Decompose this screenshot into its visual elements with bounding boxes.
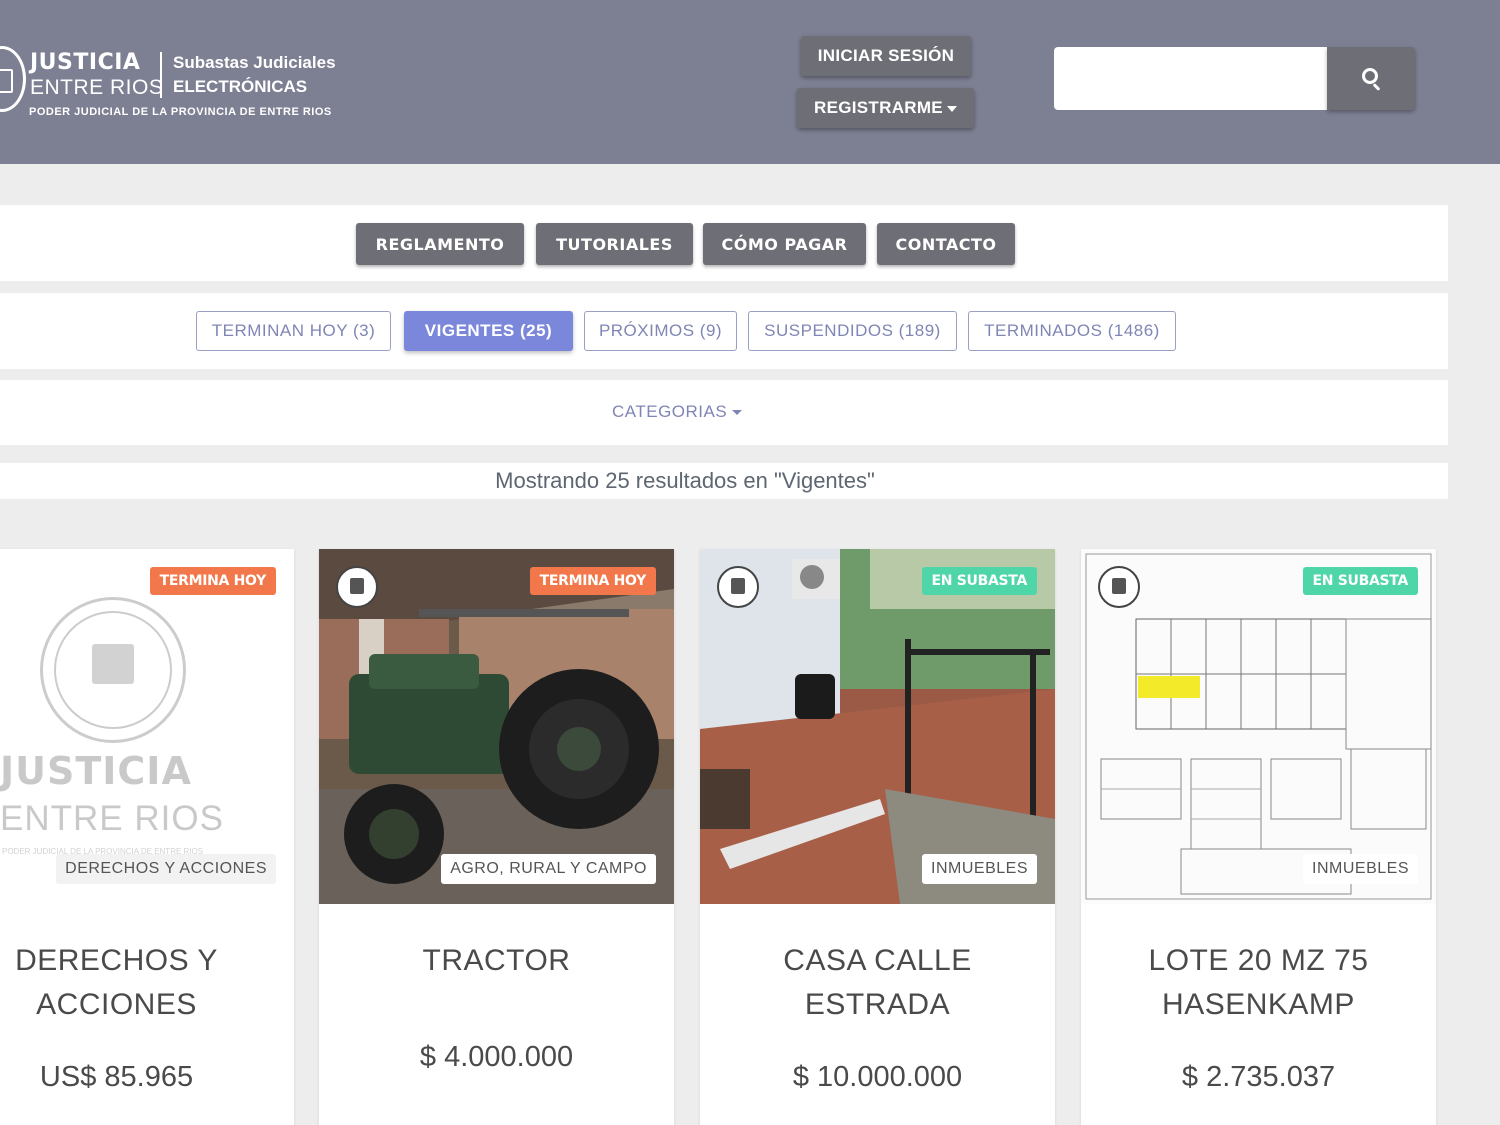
search-button[interactable] [1327, 47, 1415, 110]
card-price: $ 4.000.000 [419, 1041, 574, 1073]
placeholder-logo-image: JUSTICIA ENTRE RIOS PODER JUDICIAL DE LA… [0, 549, 294, 904]
caret-down-icon [946, 106, 957, 112]
results-bar: Mostrando 25 resultados en "Vigentes" [0, 463, 1448, 499]
caret-down-icon [732, 409, 743, 415]
main-nav: REGLAMENTO TUTORIALES CÓMO PAGAR CONTACT… [0, 205, 1448, 281]
auction-card[interactable]: EN SUBASTA INMUEBLES CASA CALLE ESTRADA … [700, 549, 1055, 1125]
filter-vigentes[interactable]: VIGENTES (25) [404, 311, 573, 351]
nav-tutoriales-button[interactable]: TUTORIALES [536, 223, 693, 265]
card-image[interactable]: TERMINA HOY AGRO, RURAL Y CAMPO [319, 549, 674, 904]
logo-electronicas: ELECTRÓNICAS [173, 77, 308, 96]
status-badge: EN SUBASTA [921, 567, 1037, 595]
card-price: $ 2.735.037 [1181, 1061, 1336, 1093]
category-tag: INMUEBLES [922, 854, 1037, 884]
judicial-seal-icon [0, 46, 26, 112]
site-logo[interactable]: JUSTICIA ENTRE RIOS Subastas Judiciales … [0, 40, 360, 130]
logo-poder-judicial: PODER JUDICIAL DE LA PROVINCIA DE ENTRE … [29, 106, 332, 118]
house-terrace-photo [700, 549, 1055, 904]
card-image[interactable]: JUSTICIA ENTRE RIOS PODER JUDICIAL DE LA… [0, 549, 294, 904]
card-title[interactable]: TRACTOR [319, 939, 674, 983]
auction-card[interactable]: TERMINA HOY AGRO, RURAL Y CAMPO TRACTOR … [319, 549, 674, 1125]
register-dropdown-button[interactable]: REGISTRARME [797, 88, 974, 128]
filter-terminados[interactable]: TERMINADOS (1486) [968, 311, 1176, 351]
auction-card[interactable]: EN SUBASTA INMUEBLES LOTE 20 MZ 75 HASEN… [1081, 549, 1436, 1125]
status-filter-bar: TERMINAN HOY (3) VIGENTES (25) PRÓXIMOS … [0, 293, 1448, 369]
category-tag: AGRO, RURAL Y CAMPO [441, 854, 656, 884]
login-button[interactable]: INICIAR SESIÓN [801, 36, 971, 76]
card-title[interactable]: CASA CALLE ESTRADA [700, 939, 1055, 1027]
filter-suspendidos[interactable]: SUSPENDIDOS (189) [748, 311, 957, 351]
category-tag: INMUEBLES [1303, 854, 1418, 884]
card-title[interactable]: DERECHOS Y ACCIONES [0, 939, 233, 1027]
status-badge: TERMINA HOY [149, 567, 276, 595]
status-badge: EN SUBASTA [1302, 567, 1418, 595]
nav-reglamento-button[interactable]: REGLAMENTO [356, 223, 524, 265]
logo-entre-rios: ENTRE RIOS [30, 76, 164, 99]
nav-contacto-button[interactable]: CONTACTO [877, 223, 1015, 265]
judicial-seal-icon [1098, 566, 1140, 608]
site-header: JUSTICIA ENTRE RIOS Subastas Judiciales … [0, 0, 1500, 164]
search-input[interactable] [1054, 47, 1328, 110]
results-count-text: Mostrando 25 resultados en "Vigentes" [495, 468, 875, 493]
tractor-photo [319, 549, 674, 904]
seal-book-icon [92, 644, 134, 684]
categories-bar: CATEGORIAS [0, 380, 1448, 445]
categories-dropdown[interactable]: CATEGORIAS [612, 402, 743, 422]
auction-card[interactable]: JUSTICIA ENTRE RIOS PODER JUDICIAL DE LA… [0, 549, 294, 1125]
logo-divider [160, 52, 162, 98]
filter-terminan-hoy[interactable]: TERMINAN HOY (3) [196, 311, 391, 351]
lot-plan-photo [1081, 549, 1436, 904]
search-icon [1362, 68, 1378, 84]
judicial-seal-icon [336, 566, 378, 608]
nav-como-pagar-button[interactable]: CÓMO PAGAR [703, 223, 866, 265]
logo-subastas: Subastas Judiciales [173, 53, 336, 72]
card-price: $ 10.000.000 [792, 1061, 963, 1093]
card-price: US$ 85.965 [39, 1061, 194, 1093]
card-image[interactable]: EN SUBASTA INMUEBLES [1081, 549, 1436, 904]
category-tag: DERECHOS Y ACCIONES [56, 854, 276, 884]
card-image[interactable]: EN SUBASTA INMUEBLES [700, 549, 1055, 904]
status-badge: TERMINA HOY [529, 567, 656, 595]
judicial-seal-icon [717, 566, 759, 608]
logo-justicia: JUSTICIA [30, 50, 141, 75]
placeholder-justicia-text: JUSTICIA [0, 749, 192, 793]
card-title[interactable]: LOTE 20 MZ 75 HASENKAMP [1081, 939, 1436, 1027]
filter-proximos[interactable]: PRÓXIMOS (9) [584, 311, 737, 351]
register-label: REGISTRARME [814, 98, 943, 117]
categories-label: CATEGORIAS [612, 402, 728, 421]
placeholder-entre-rios-text: ENTRE RIOS [0, 799, 224, 838]
login-label: INICIAR SESIÓN [817, 46, 955, 65]
